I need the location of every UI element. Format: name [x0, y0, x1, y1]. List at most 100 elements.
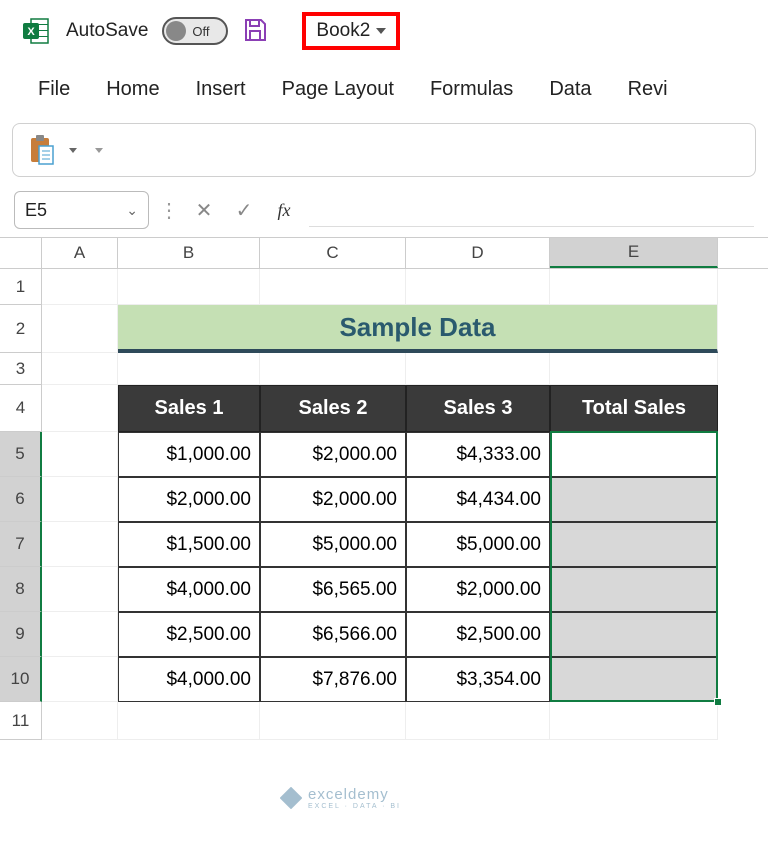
cell[interactable]: $2,000.00	[260, 477, 406, 522]
chevron-down-icon: ⌄	[126, 202, 138, 219]
cell[interactable]	[550, 702, 718, 740]
header-sales2[interactable]: Sales 2	[260, 385, 406, 432]
row-header[interactable]: 3	[0, 353, 42, 385]
cell[interactable]: $2,000.00	[260, 432, 406, 477]
cell[interactable]	[550, 522, 718, 567]
cell[interactable]	[118, 702, 260, 740]
cell[interactable]	[118, 269, 260, 305]
name-box[interactable]: E5 ⌄	[14, 191, 149, 229]
cell[interactable]	[42, 385, 118, 432]
col-header-E[interactable]: E	[550, 238, 718, 268]
enter-formula-icon[interactable]: ✓	[229, 195, 259, 225]
col-header-D[interactable]: D	[406, 238, 550, 268]
header-total[interactable]: Total Sales	[550, 385, 718, 432]
tab-formulas[interactable]: Formulas	[412, 70, 531, 109]
select-all-corner[interactable]	[0, 238, 42, 268]
cell[interactable]: $4,434.00	[406, 477, 550, 522]
cell[interactable]	[406, 702, 550, 740]
cell[interactable]	[42, 657, 118, 702]
row-header[interactable]: 9	[0, 612, 42, 657]
cell[interactable]: $2,500.00	[118, 612, 260, 657]
formula-input[interactable]	[309, 193, 754, 227]
cell[interactable]: $2,500.00	[406, 612, 550, 657]
cell[interactable]: $6,566.00	[260, 612, 406, 657]
cell[interactable]	[550, 269, 718, 305]
col-header-A[interactable]: A	[42, 238, 118, 268]
row-header[interactable]: 11	[0, 702, 42, 740]
cell[interactable]: $2,000.00	[118, 477, 260, 522]
filename-dropdown-icon[interactable]	[376, 28, 386, 34]
filename-highlight-box: Book2	[302, 12, 400, 50]
header-sales3[interactable]: Sales 3	[406, 385, 550, 432]
cell[interactable]	[550, 477, 718, 522]
ribbon-toolbar	[12, 123, 756, 177]
cell[interactable]	[42, 432, 118, 477]
row-header[interactable]: 1	[0, 269, 42, 305]
row-header[interactable]: 10	[0, 657, 42, 702]
col-header-C[interactable]: C	[260, 238, 406, 268]
cell[interactable]	[42, 567, 118, 612]
row-header[interactable]: 4	[0, 385, 42, 432]
autosave-toggle[interactable]: Off	[162, 17, 228, 45]
cell[interactable]: $4,000.00	[118, 657, 260, 702]
cell[interactable]	[260, 353, 406, 385]
cell[interactable]: $7,876.00	[260, 657, 406, 702]
save-icon[interactable]	[242, 17, 270, 45]
cell[interactable]: $4,000.00	[118, 567, 260, 612]
cell[interactable]: $5,000.00	[406, 522, 550, 567]
cell[interactable]: $5,000.00	[260, 522, 406, 567]
col-header-B[interactable]: B	[118, 238, 260, 268]
autosave-label: AutoSave	[66, 20, 148, 42]
fx-icon[interactable]: fx	[269, 195, 299, 225]
svg-text:X: X	[27, 26, 35, 38]
row-header[interactable]: 5	[0, 432, 42, 477]
row-header[interactable]: 7	[0, 522, 42, 567]
cell[interactable]	[42, 305, 118, 353]
watermark-brand: exceldemy	[308, 786, 401, 803]
cancel-formula-icon[interactable]: ✕	[189, 195, 219, 225]
cell[interactable]	[260, 269, 406, 305]
tab-file[interactable]: File	[20, 70, 88, 109]
cell[interactable]: $2,000.00	[406, 567, 550, 612]
cell[interactable]	[42, 353, 118, 385]
cell[interactable]: $4,333.00	[406, 432, 550, 477]
paste-icon[interactable]	[27, 134, 55, 166]
spreadsheet-grid: A B C D E 1 2 Sample Data 3 4 Sales 1 Sa…	[0, 237, 768, 740]
tab-insert[interactable]: Insert	[178, 70, 264, 109]
cell[interactable]	[42, 269, 118, 305]
cell[interactable]: $1,500.00	[118, 522, 260, 567]
toggle-state: Off	[192, 24, 209, 39]
cell[interactable]	[550, 612, 718, 657]
cell[interactable]	[42, 522, 118, 567]
cell[interactable]: $3,354.00	[406, 657, 550, 702]
paste-dropdown-icon[interactable]	[69, 148, 77, 153]
row-header[interactable]: 2	[0, 305, 42, 353]
qat-dropdown-icon[interactable]	[95, 148, 103, 153]
cell[interactable]: $6,565.00	[260, 567, 406, 612]
tab-review[interactable]: Revi	[610, 70, 686, 109]
watermark: exceldemy EXCEL · DATA · BI	[280, 786, 401, 810]
cell[interactable]	[42, 612, 118, 657]
cell[interactable]	[118, 353, 260, 385]
title-cell[interactable]: Sample Data	[118, 305, 718, 353]
workbook-filename[interactable]: Book2	[316, 20, 370, 42]
cell[interactable]	[550, 353, 718, 385]
cell[interactable]	[42, 702, 118, 740]
cell[interactable]	[42, 477, 118, 522]
fill-handle[interactable]	[714, 698, 722, 706]
cell[interactable]	[260, 702, 406, 740]
cell[interactable]	[406, 269, 550, 305]
toggle-knob	[166, 21, 186, 41]
cell[interactable]	[550, 657, 718, 702]
tab-home[interactable]: Home	[88, 70, 177, 109]
tab-data[interactable]: Data	[531, 70, 609, 109]
ribbon-tabs: File Home Insert Page Layout Formulas Da…	[0, 70, 768, 119]
cell[interactable]: $1,000.00	[118, 432, 260, 477]
cell[interactable]	[550, 567, 718, 612]
row-header[interactable]: 6	[0, 477, 42, 522]
cell[interactable]	[406, 353, 550, 385]
header-sales1[interactable]: Sales 1	[118, 385, 260, 432]
tab-page-layout[interactable]: Page Layout	[264, 70, 412, 109]
active-cell[interactable]	[550, 432, 718, 477]
row-header[interactable]: 8	[0, 567, 42, 612]
